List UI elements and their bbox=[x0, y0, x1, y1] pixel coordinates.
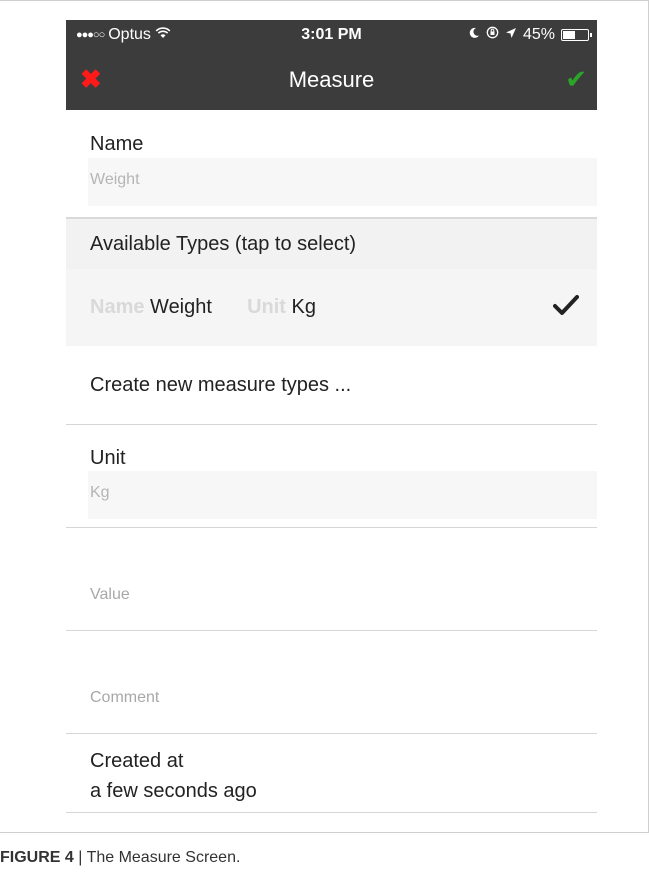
checkmark-icon bbox=[553, 291, 579, 323]
comment-field[interactable]: Comment bbox=[66, 631, 597, 733]
phone-screen: ●●●○○ Optus 3:01 PM 45% ✖ Measure ✔ Name… bbox=[66, 20, 597, 820]
battery-icon bbox=[561, 29, 592, 41]
type-name-key: Name bbox=[90, 296, 145, 318]
caption-separator: | bbox=[73, 849, 87, 866]
location-arrow-icon bbox=[505, 26, 517, 44]
moon-icon bbox=[468, 26, 480, 44]
measure-type-text: Name Weight Unit Kg bbox=[90, 296, 316, 319]
type-unit-key: Unit bbox=[247, 296, 286, 318]
unit-section: Unit Kg bbox=[66, 425, 597, 527]
screen-title: Measure bbox=[288, 67, 375, 92]
figure-caption: FIGURE 4 | The Measure Screen. bbox=[0, 849, 240, 867]
battery-percent: 45% bbox=[522, 26, 555, 43]
confirm-button[interactable]: ✔ bbox=[557, 64, 587, 94]
figure-label: FIGURE 4 bbox=[0, 849, 74, 866]
name-section: Name Weight bbox=[66, 110, 597, 217]
name-label: Name bbox=[90, 133, 144, 155]
measure-type-item[interactable]: Name Weight Unit Kg bbox=[66, 269, 597, 346]
created-at-value: a few seconds ago bbox=[90, 780, 257, 802]
unit-label: Unit bbox=[90, 447, 126, 469]
available-types-label: Available Types (tap to select) bbox=[90, 233, 357, 255]
unit-field[interactable]: Kg bbox=[88, 471, 597, 519]
navigation-bar: ✖ Measure ✔ bbox=[66, 50, 597, 110]
caption-text: The Measure Screen. bbox=[86, 849, 241, 866]
created-at-label: Created at bbox=[90, 750, 184, 772]
value-field[interactable]: Value bbox=[66, 528, 597, 630]
rotation-lock-icon bbox=[486, 26, 499, 44]
status-bar: ●●●○○ Optus 3:01 PM 45% bbox=[66, 20, 597, 50]
create-new-measure-types-button[interactable]: Create new measure types ... bbox=[66, 346, 597, 424]
type-unit-value: Kg bbox=[291, 296, 316, 318]
created-at-section: Created at a few seconds ago bbox=[66, 734, 597, 812]
name-field[interactable]: Weight bbox=[88, 158, 597, 206]
create-new-label: Create new measure types ... bbox=[90, 374, 352, 396]
value-placeholder: Value bbox=[90, 586, 130, 603]
divider bbox=[66, 812, 597, 813]
type-name-value: Weight bbox=[150, 296, 212, 318]
status-right-icons: 45% bbox=[468, 26, 592, 44]
comment-placeholder: Comment bbox=[90, 689, 160, 706]
available-types-header: Available Types (tap to select) bbox=[66, 217, 597, 269]
